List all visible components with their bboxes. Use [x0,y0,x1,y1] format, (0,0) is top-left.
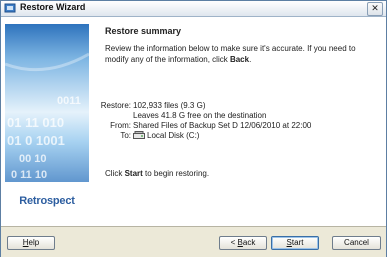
wizard-body: 0011 01 11 010 01 0 1001 00 10 0 11 10 R… [1,17,386,226]
cancel-button[interactable]: Cancel [332,236,381,250]
wizard-banner-image: 0011 01 11 010 01 0 1001 00 10 0 11 10 R… [5,24,89,220]
binary-digits-graphic: 0011 01 11 010 01 0 1001 00 10 0 11 10 [5,52,89,181]
intro-text: Review the information below to make sur… [105,44,356,64]
close-button[interactable]: ✕ [367,2,383,16]
to-destination: Local Disk (C:) [133,131,199,141]
digits-line-2: 01 11 010 [7,115,64,130]
digits-line-4: 00 10 [19,153,47,165]
title-bar: Restore Wizard ✕ [1,1,386,17]
from-label: From: [110,121,131,130]
from-value: Shared Files of Backup Set D 12/06/2010 … [133,121,312,130]
to-label: To: [120,131,131,140]
leaves-value: Leaves 41.8 G free on the destination [133,111,267,120]
window-title: Restore Wizard [20,2,86,12]
from-row: From: Shared Files of Backup Set D 12/06… [105,121,375,131]
summary-content: Restore summary Review the information b… [105,26,381,65]
back-button[interactable]: < Back [219,236,267,250]
digits-line-5: 0 11 10 [11,169,47,181]
help-button[interactable]: Help [7,236,55,250]
start-keyword: Start [124,169,143,178]
to-row: To: Local Disk (C:) [105,131,375,141]
intro-back-keyword: Back [229,55,250,64]
digits-line-1: 0011 [57,95,81,107]
logo-text: Retrospect [19,195,75,207]
start-button[interactable]: Start [271,236,319,250]
button-bar: Help < Back Start Cancel [1,226,386,257]
restore-summary-table: Restore: 102,933 files (9.3 G) Leaves 41… [101,101,375,141]
page-title: Restore summary [105,26,182,36]
restore-wizard-window: Restore Wizard ✕ 0011 01 11 010 01 0 100… [0,0,387,257]
digits-line-3: 01 0 1001 [7,133,65,148]
local-disk-icon [133,131,145,139]
leaves-row: Leaves 41.8 G free on the destination [105,111,375,121]
restore-value: 102,933 files (9.3 G) [133,101,206,110]
start-instruction: Click Start to begin restoring. [105,169,210,178]
restore-label: Restore: [100,101,131,110]
wizard-app-icon [4,3,16,13]
restore-row: Restore: 102,933 files (9.3 G) [101,101,375,111]
retrospect-logo: Retrospect [5,182,89,220]
to-value: Local Disk (C:) [147,131,200,140]
